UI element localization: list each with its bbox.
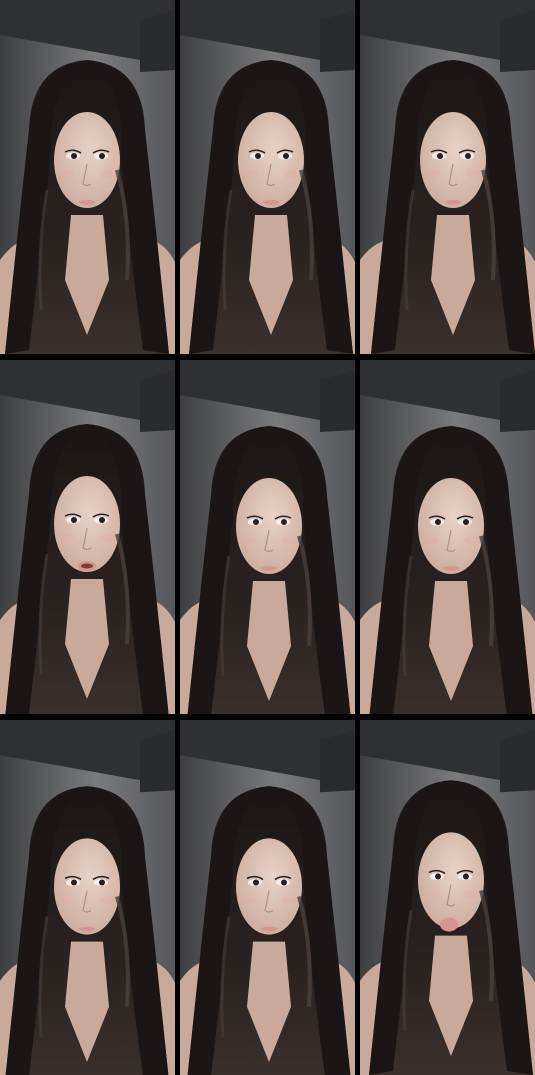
portrait-illustration <box>0 720 175 1075</box>
portrait-illustration <box>360 360 535 714</box>
ceiling-beam <box>320 730 355 793</box>
selfie-frame-3 <box>360 0 535 354</box>
selfie-frame-9 <box>360 720 535 1075</box>
face <box>236 838 302 935</box>
ceiling-beam <box>500 10 535 72</box>
portrait-illustration <box>180 720 355 1075</box>
ceiling-beam <box>500 730 535 793</box>
face <box>418 832 484 929</box>
selfie-frame-6 <box>360 360 535 714</box>
face <box>418 478 484 574</box>
selfie-frame-5 <box>180 360 355 714</box>
selfie-frame-8 <box>180 720 355 1075</box>
selfie-frame-4 <box>0 360 175 714</box>
ceiling-beam <box>320 370 355 432</box>
photo-collage-grid <box>0 0 535 1075</box>
selfie-frame-2 <box>180 0 355 354</box>
portrait-illustration <box>180 0 355 354</box>
portrait-illustration <box>360 0 535 354</box>
selfie-frame-7 <box>0 720 175 1075</box>
face <box>236 478 302 574</box>
selfie-frame-1 <box>0 0 175 354</box>
face <box>54 112 120 208</box>
portrait-illustration <box>360 720 535 1075</box>
mouth <box>440 917 458 932</box>
ceiling-beam <box>140 370 175 432</box>
face <box>238 112 304 208</box>
portrait-illustration <box>180 360 355 714</box>
face <box>54 838 120 935</box>
face <box>54 476 120 572</box>
ceiling-beam <box>500 370 535 432</box>
portrait-illustration <box>0 360 175 714</box>
ceiling-beam <box>140 730 175 793</box>
face <box>420 112 486 208</box>
ceiling-beam <box>320 10 355 72</box>
portrait-illustration <box>0 0 175 354</box>
ceiling-beam <box>140 10 175 72</box>
